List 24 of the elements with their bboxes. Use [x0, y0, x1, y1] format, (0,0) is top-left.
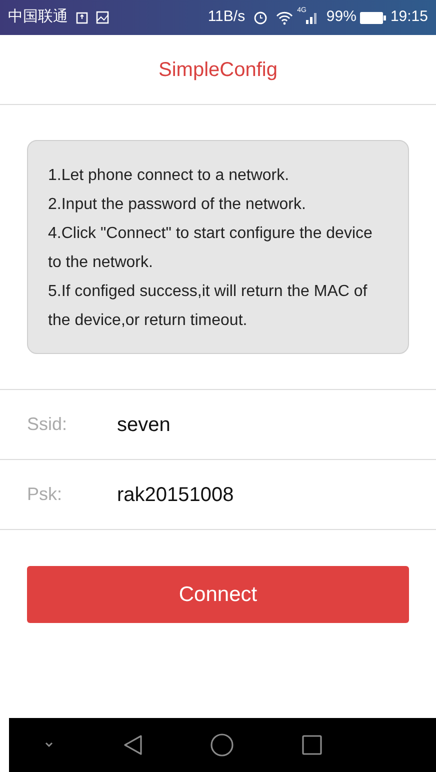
battery-percent: 99%	[326, 7, 356, 28]
carrier-name: 中国联通	[8, 7, 68, 28]
network-speed: 11B/s	[208, 7, 246, 28]
instruction-text: 2.Input the password of the network.	[48, 195, 307, 215]
field-label: Ssid:	[27, 413, 68, 436]
instruction-text: 4.Click "Connect" to start configure the device to the network.	[48, 224, 374, 273]
back-icon[interactable]	[122, 734, 143, 756]
clock: 19:15	[390, 7, 428, 28]
instruction-text: 5.If configed success,it will return the MAC of the device,or return timeout.	[48, 282, 368, 331]
battery-icon	[360, 12, 386, 24]
home-icon[interactable]	[210, 733, 234, 757]
notification-icon	[76, 12, 88, 24]
app-title: SimpleConfig	[158, 58, 278, 82]
input-field[interactable]: seven	[117, 410, 409, 440]
recent-apps-icon[interactable]	[302, 735, 322, 755]
alarm-icon	[253, 10, 268, 25]
field-label: Psk:	[27, 483, 64, 506]
connect-button[interactable]: Connect	[27, 566, 409, 623]
signal-icon	[306, 12, 318, 24]
instruction-text: 1.Let phone connect to a network.	[48, 166, 290, 186]
image-icon	[96, 11, 109, 24]
input-field[interactable]: rak20151008	[117, 480, 409, 510]
wifi-icon	[276, 10, 294, 24]
chevron-down-icon[interactable]	[42, 741, 55, 749]
